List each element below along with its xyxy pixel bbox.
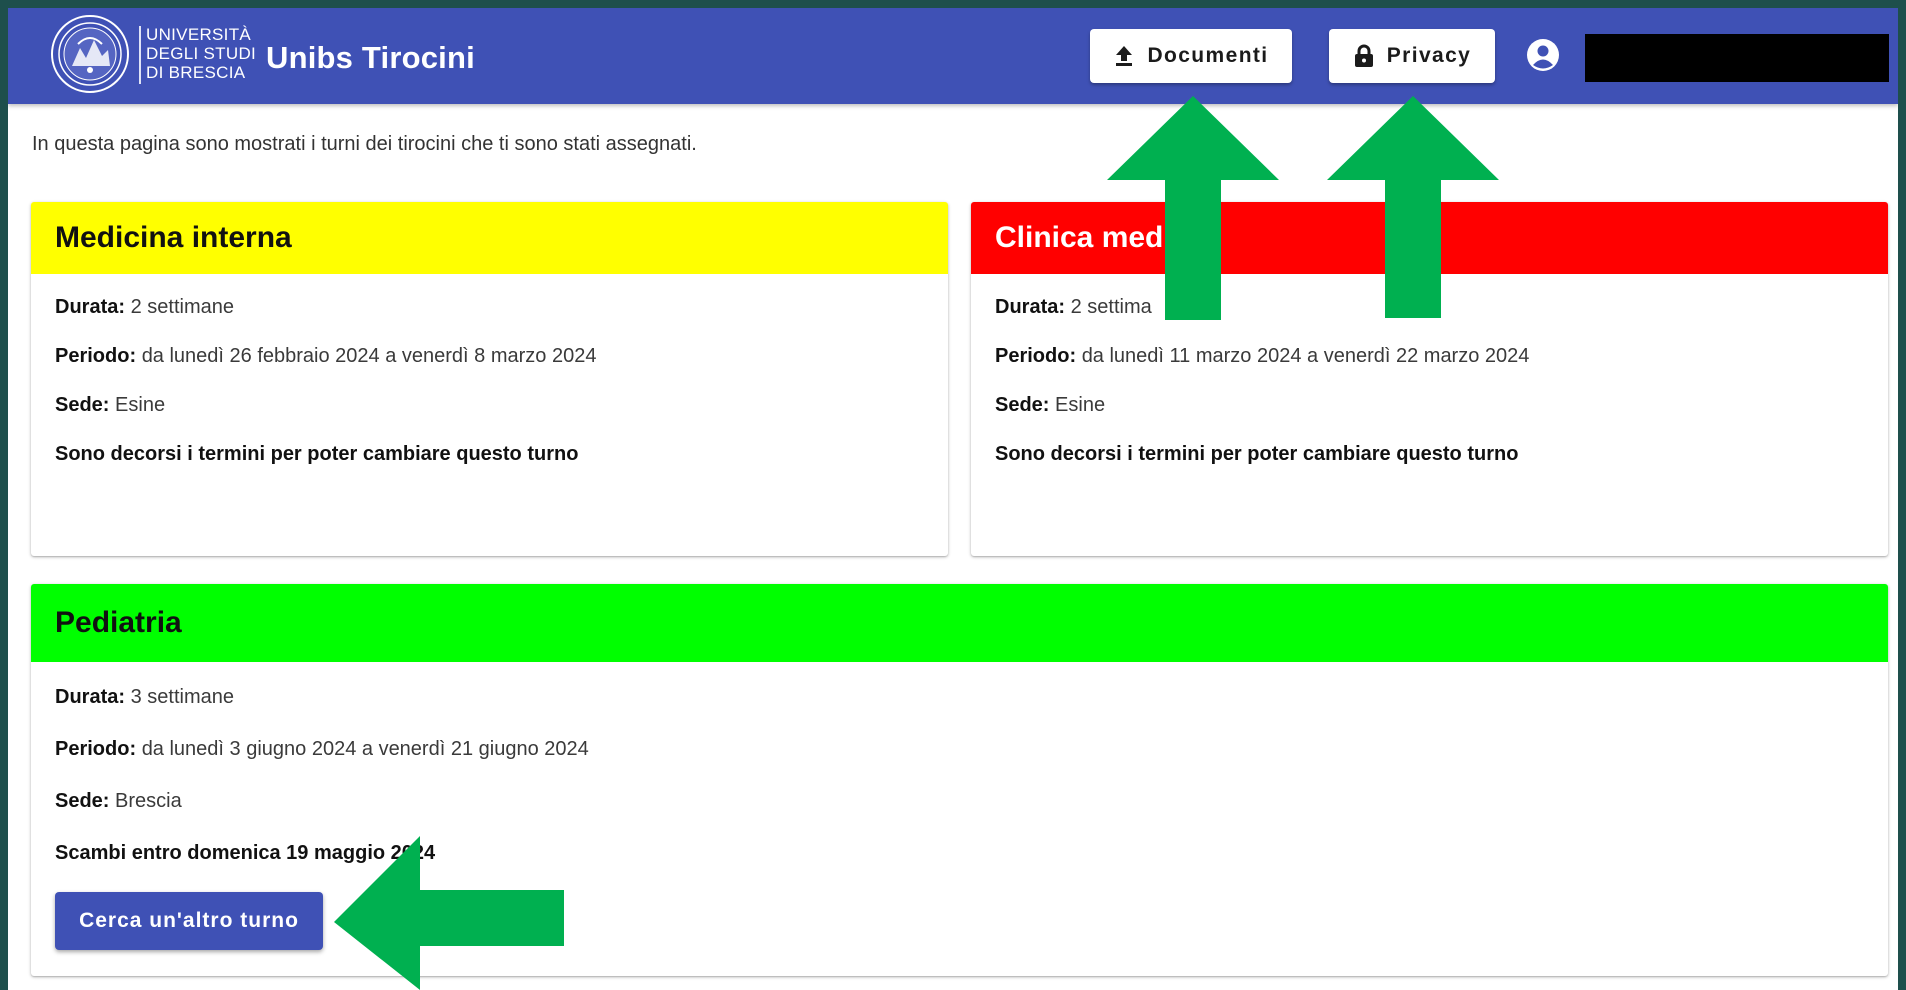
change-deadline-note: Sono decorsi i termini per poter cambiar… bbox=[55, 443, 579, 465]
wordmark-line-1: UNIVERSITÀ bbox=[146, 25, 252, 44]
cerca-altro-turno-button[interactable]: Cerca un'altro turno bbox=[55, 892, 323, 950]
internship-card-medicina-interna: Medicina interna Durata: 2 settimane Per… bbox=[31, 202, 948, 556]
documenti-label: Documenti bbox=[1147, 44, 1269, 67]
wordmark-line-2: DEGLI STUDI bbox=[146, 44, 257, 63]
sede-value: Esine bbox=[115, 394, 166, 416]
internship-card-pediatria: Pediatria Durata: 3 settimane Periodo: d… bbox=[31, 584, 1888, 976]
app-title[interactable]: Unibs Tirocini bbox=[266, 40, 475, 76]
annotation-arrow-left-button bbox=[334, 836, 564, 990]
periodo-value: da lunedì 3 giugno 2024 a venerdì 21 giu… bbox=[141, 738, 589, 760]
periodo-row: Periodo: da lunedì 11 marzo 2024 a vener… bbox=[995, 345, 1529, 368]
account-circle-icon[interactable] bbox=[1526, 38, 1560, 72]
sede-value: Esine bbox=[1055, 394, 1106, 416]
change-deadline-note: Sono decorsi i termini per poter cambiar… bbox=[995, 443, 1519, 465]
app-window: UNIVERSITÀ DEGLI STUDI DI BRESCIA Unibs … bbox=[8, 8, 1898, 990]
card-title: Pediatria bbox=[55, 606, 182, 639]
periodo-label: Periodo: bbox=[55, 345, 137, 367]
periodo-row: Periodo: da lunedì 3 giugno 2024 a vener… bbox=[55, 738, 589, 761]
redacted-user-name bbox=[1585, 34, 1889, 82]
sede-value: Brescia bbox=[115, 790, 182, 812]
lock-icon bbox=[1354, 44, 1373, 67]
card-title: Medicina interna bbox=[55, 221, 292, 254]
durata-label: Durata: bbox=[995, 296, 1066, 318]
university-wordmark: UNIVERSITÀ DEGLI STUDI DI BRESCIA bbox=[146, 25, 266, 82]
university-seal-icon bbox=[51, 15, 129, 93]
top-app-bar: UNIVERSITÀ DEGLI STUDI DI BRESCIA Unibs … bbox=[8, 8, 1898, 104]
periodo-label: Periodo: bbox=[995, 345, 1077, 367]
annotation-arrow-up-privacy bbox=[1327, 96, 1499, 318]
durata-value: 3 settimane bbox=[130, 686, 234, 708]
privacy-button[interactable]: Privacy bbox=[1329, 29, 1495, 83]
documenti-button[interactable]: Documenti bbox=[1090, 29, 1292, 83]
periodo-row: Periodo: da lunedì 26 febbraio 2024 a ve… bbox=[55, 345, 596, 368]
periodo-value: da lunedì 26 febbraio 2024 a venerdì 8 m… bbox=[141, 345, 597, 367]
durata-value: 2 settimane bbox=[130, 296, 234, 318]
durata-row: Durata: 2 settimane bbox=[55, 296, 234, 319]
sede-row: Sede: Esine bbox=[55, 394, 165, 417]
sede-row: Sede: Esine bbox=[995, 394, 1105, 417]
durata-label: Durata: bbox=[55, 686, 126, 708]
privacy-label: Privacy bbox=[1386, 44, 1472, 67]
sede-row: Sede: Brescia bbox=[55, 790, 182, 813]
sede-label: Sede: bbox=[55, 394, 110, 416]
card-header: Medicina interna bbox=[31, 202, 948, 274]
durata-label: Durata: bbox=[55, 296, 126, 318]
durata-row: Durata: 3 settimane bbox=[55, 686, 234, 709]
periodo-label: Periodo: bbox=[55, 738, 137, 760]
sede-label: Sede: bbox=[55, 790, 110, 812]
annotation-arrow-up-documenti bbox=[1107, 96, 1279, 320]
sede-label: Sede: bbox=[995, 394, 1050, 416]
periodo-value: da lunedì 11 marzo 2024 a venerdì 22 mar… bbox=[1081, 345, 1530, 367]
page-description: In questa pagina sono mostrati i turni d… bbox=[32, 133, 697, 155]
logo-divider bbox=[139, 26, 141, 84]
wordmark-line-3: DI BRESCIA bbox=[146, 63, 246, 82]
card-header: Pediatria bbox=[31, 584, 1888, 662]
upload-icon bbox=[1116, 46, 1133, 66]
